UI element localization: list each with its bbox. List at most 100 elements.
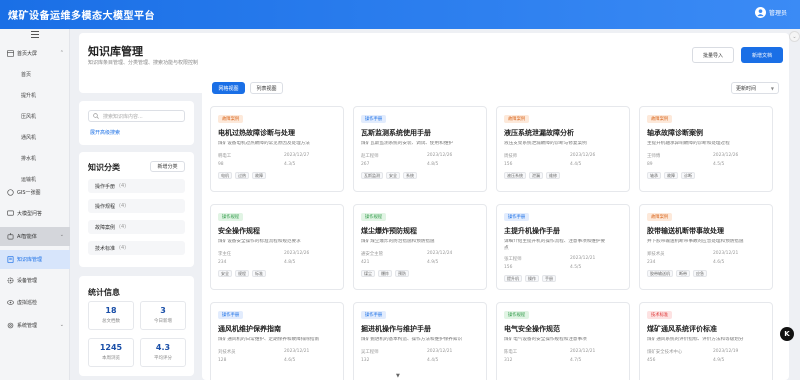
card-description: 煤矿电气设备的安全操作规程和注意事项 [504,337,587,342]
document-card[interactable]: 操作规程 安全操作规程 煤矿设备安全操作的标准流程和规范要求 李主任 2023/12/2… [210,204,344,290]
card-title: 煤矿通风系统评价标准 [647,325,717,333]
card-tag: 煤尘 [361,270,375,277]
menu-toggle-icon[interactable] [31,31,39,38]
stat-value: 18 [105,306,117,315]
document-card[interactable]: 操作手册 通风机维护保养指南 煤矿通风机的日常维护、定期保养和故障排除指南 刘技术员 2… [210,302,344,380]
card-tag: 电机 [218,172,232,179]
card-views: 267 [361,162,370,167]
sidebar-item-system[interactable]: 系统管理 ⌄ [0,317,70,334]
sidebar-item-vr[interactable]: 虚拟巡检 [0,294,70,311]
category-item[interactable]: 故障案例 (4) [88,220,185,234]
category-item[interactable]: 操作手册 (4) [88,179,185,193]
card-tag: 轴承 [647,172,661,179]
card-author: 李主任 [218,252,232,257]
user-menu[interactable]: 管理员 [754,7,787,18]
card-date: 2023/12/27 [284,153,310,158]
scroll-down-icon[interactable]: ▼ [396,373,400,379]
category-label: 操作规程 [95,203,116,210]
card-description: 液压支架系统泄漏故障的诊断与修复案例 [504,141,587,146]
card-description-line2: 点 [504,246,509,251]
stat-week-views: 1245 本周浏览 [88,338,134,367]
card-tag: 标准 [252,270,266,277]
card-tag: 爆炸 [378,270,392,277]
category-badge: 操作规程 [218,213,244,221]
document-card[interactable]: 操作手册 主提升机操作手册 详细介绍主提升机的操作流程、注意事项和维护要点张工程师 2… [496,204,630,290]
sidebar-item-gis[interactable]: GIS一张图 [0,184,70,201]
card-rating: 4.3/5 [284,162,296,167]
card-title: 电气安全操作规范 [504,325,560,333]
category-badge: 故障案例 [504,115,530,123]
sidebar-item-hoist[interactable]: 提升机 [0,87,70,104]
sidebar-item-label: 设备管理 [17,278,38,284]
stat-total-docs: 18 总文档数 [88,301,134,330]
card-tag: 故障 [252,172,266,179]
sidebar-item-compressor[interactable]: 压风机 [0,108,70,125]
chevron-down-icon: ⌄ [59,322,64,328]
card-rating: 4.4/5 [427,358,439,363]
stats-panel: 统计信息 18 总文档数 3 今日新增 1245 本周浏览 4.3 平均评分 [79,276,194,376]
card-author: 韩电工 [218,154,232,159]
card-author: 王师傅 [647,154,661,159]
category-badge: 操作手册 [361,311,387,319]
document-card[interactable]: 技术标准 煤矿通风系统评价标准 煤矿通风系统的评价指标、评价方法和等级划分 煤矿安全技… [639,302,773,380]
card-author: 煤矿安全技术中心 [647,350,683,355]
sidebar-item-label: 大模型问答 [17,211,43,217]
category-count: (4) [119,245,127,251]
card-title: 轴承故障诊断案例 [647,129,703,137]
book-icon [6,256,14,264]
advanced-search-link[interactable]: 展开高级搜索 [90,129,120,136]
category-item[interactable]: 技术标准 (4) [88,241,185,255]
stats-title: 统计信息 [88,288,120,297]
category-item[interactable]: 操作规程 (4) [88,199,185,213]
category-badge: 操作手册 [361,115,387,123]
new-category-button[interactable]: 新增分类 [150,161,185,172]
document-card[interactable]: 故障案例 液压系统泄漏故障分析 液压支架系统泄漏故障的诊断与修复案例 周技师 2023/… [496,106,630,192]
assistant-fab-button[interactable]: K [780,327,794,341]
help-button[interactable]: ⌄ [789,31,800,42]
sidebar-item-device[interactable]: 设备管理 [0,272,70,289]
sidebar-section-home[interactable]: 首页大屏 ⌃ [0,45,70,62]
sidebar-item-knowledge[interactable]: 知识库管理 [0,250,70,269]
sidebar-item-fan[interactable]: 通风机 [0,129,70,146]
sidebar-item-home[interactable]: 首页 [0,66,70,83]
category-badge: 操作手册 [218,311,244,319]
user-name[interactable]: 管理员 [769,8,787,17]
document-card[interactable]: 操作手册 掘进机操作与维护手册 煤矿掘进机的基本构造、操作方法和维护保养知识 吴工程师… [353,302,487,380]
sidebar-item-drainage[interactable]: 排水机 [0,150,70,167]
card-title: 胶带输送机断带事故处理 [647,227,724,235]
sidebar-item-agent[interactable]: AI智能体 ⌄ [0,227,70,246]
user-avatar-icon[interactable] [754,7,766,18]
card-date: 2023/12/21 [713,251,739,256]
document-card[interactable]: 故障案例 胶带输送机断带事故处理 井下胶带输送机断带事故的应急处理和预防措施 郑技术员… [639,204,773,290]
document-card[interactable]: 故障案例 轴承故障诊断案例 主提升机轴承异响故障的诊断和处理过程 王师傅 2023/12… [639,106,773,192]
document-card[interactable]: 操作规程 电气安全操作规范 煤矿电气设备的安全操作规程和注意事项 陈电工 2023/12… [496,302,630,380]
eye-icon [6,299,14,307]
card-rating: 4.5/5 [570,265,582,270]
list-view-button[interactable]: 列表视图 [250,82,283,94]
stat-label: 平均评分 [154,356,172,361]
document-card[interactable]: 故障案例 电机过热故障诊断与处理 煤矿设备电机过热故障的常见原因及处理方法 韩电工 20… [210,106,344,192]
card-tag: 断带 [676,270,690,277]
card-tags: 煤尘 爆炸 预防 [361,270,409,277]
card-title: 瓦斯监测系统使用手册 [361,129,431,137]
card-tag: 诊断 [681,172,695,179]
card-tags: 瓦斯监测 安全 系统 [361,172,417,179]
card-author: 周技师 [504,154,518,159]
card-title: 电机过热故障诊断与处理 [218,129,295,137]
sidebar-item-qa[interactable]: 大模型问答 [0,205,70,222]
card-tag: 泄漏 [529,172,543,179]
sidebar-section-label: 首页大屏 [17,51,38,57]
grid-view-button[interactable]: 网格视图 [212,82,245,94]
new-document-button[interactable]: 新增文档 [741,47,783,63]
card-tag: 液压系统 [504,172,526,179]
sort-select[interactable]: 更新时间 ▼ [731,82,779,94]
card-views: 421 [361,260,370,265]
main-area: 知识库管理 知识库条目管理、分类管理、搜索功能与权限控制 批量导入 新增文档 搜… [71,29,800,380]
top-bar: 煤矿设备运维多模态大模型平台 管理员 [0,0,800,29]
batch-import-button[interactable]: 批量导入 [692,47,734,63]
document-card[interactable]: 操作手册 瓦斯监测系统使用手册 煤矿瓦斯监测系统的安装、调试、使用和维护 赵工程师 20… [353,106,487,192]
document-card[interactable]: 操作规程 煤尘爆炸预防规程 煤矿煤尘爆炸的防治措施和预防措施 通安全主管 2023/12… [353,204,487,290]
card-tags: 安全 规程 标准 [218,270,266,277]
search-input[interactable]: 搜索知识库内容... [88,110,185,122]
card-tag: 手册 [542,275,556,282]
